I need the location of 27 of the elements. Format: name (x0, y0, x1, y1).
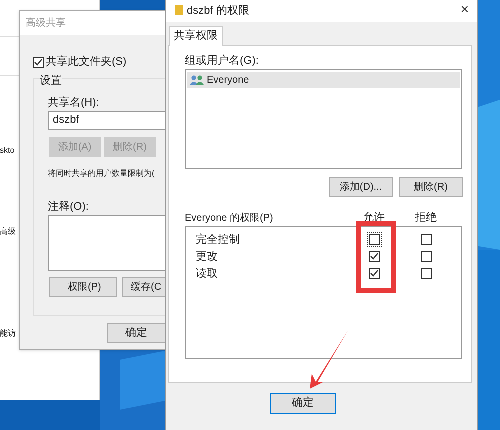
permission-name: 更改 (196, 250, 218, 265)
ok-button[interactable]: 确定 (270, 393, 336, 414)
window-title: dszbf 的权限 (187, 4, 250, 19)
user-item[interactable]: Everyone (187, 72, 460, 88)
ok-button[interactable]: 确定 (107, 323, 166, 343)
permission-name: 读取 (196, 267, 218, 282)
checkbox-label: 共享此文件夹(S) (46, 54, 127, 70)
column-header: 拒绝 (415, 211, 437, 226)
field-label: Everyone 的权限(P) (185, 212, 274, 226)
button[interactable]: 权限(P) (49, 277, 117, 297)
close-button[interactable]: × (460, 1, 469, 17)
field-label: 组或用户名(G): (185, 54, 259, 69)
button[interactable]: 缓存(C (122, 277, 166, 297)
text-fragment: 能访 (0, 329, 16, 339)
limit-text: 将同时共享的用户数量限制为( (48, 168, 155, 180)
tab[interactable]: 共享权限 (169, 26, 223, 46)
button[interactable]: 添加(D)... (329, 177, 393, 197)
permission-name: 完全控制 (196, 232, 240, 248)
user-name: Everyone (207, 74, 250, 88)
button[interactable]: 删除(R) (399, 177, 463, 197)
field-label: 注释(O): (48, 201, 89, 213)
text-fragment: skto (0, 146, 15, 156)
field-label: 共享名(H): (48, 96, 100, 111)
input-field[interactable]: dszbf (48, 111, 166, 130)
window-title: 高级共享 (26, 16, 66, 31)
user-list[interactable]: Everyone (185, 69, 462, 169)
text-fragment: 高级 (0, 227, 16, 237)
